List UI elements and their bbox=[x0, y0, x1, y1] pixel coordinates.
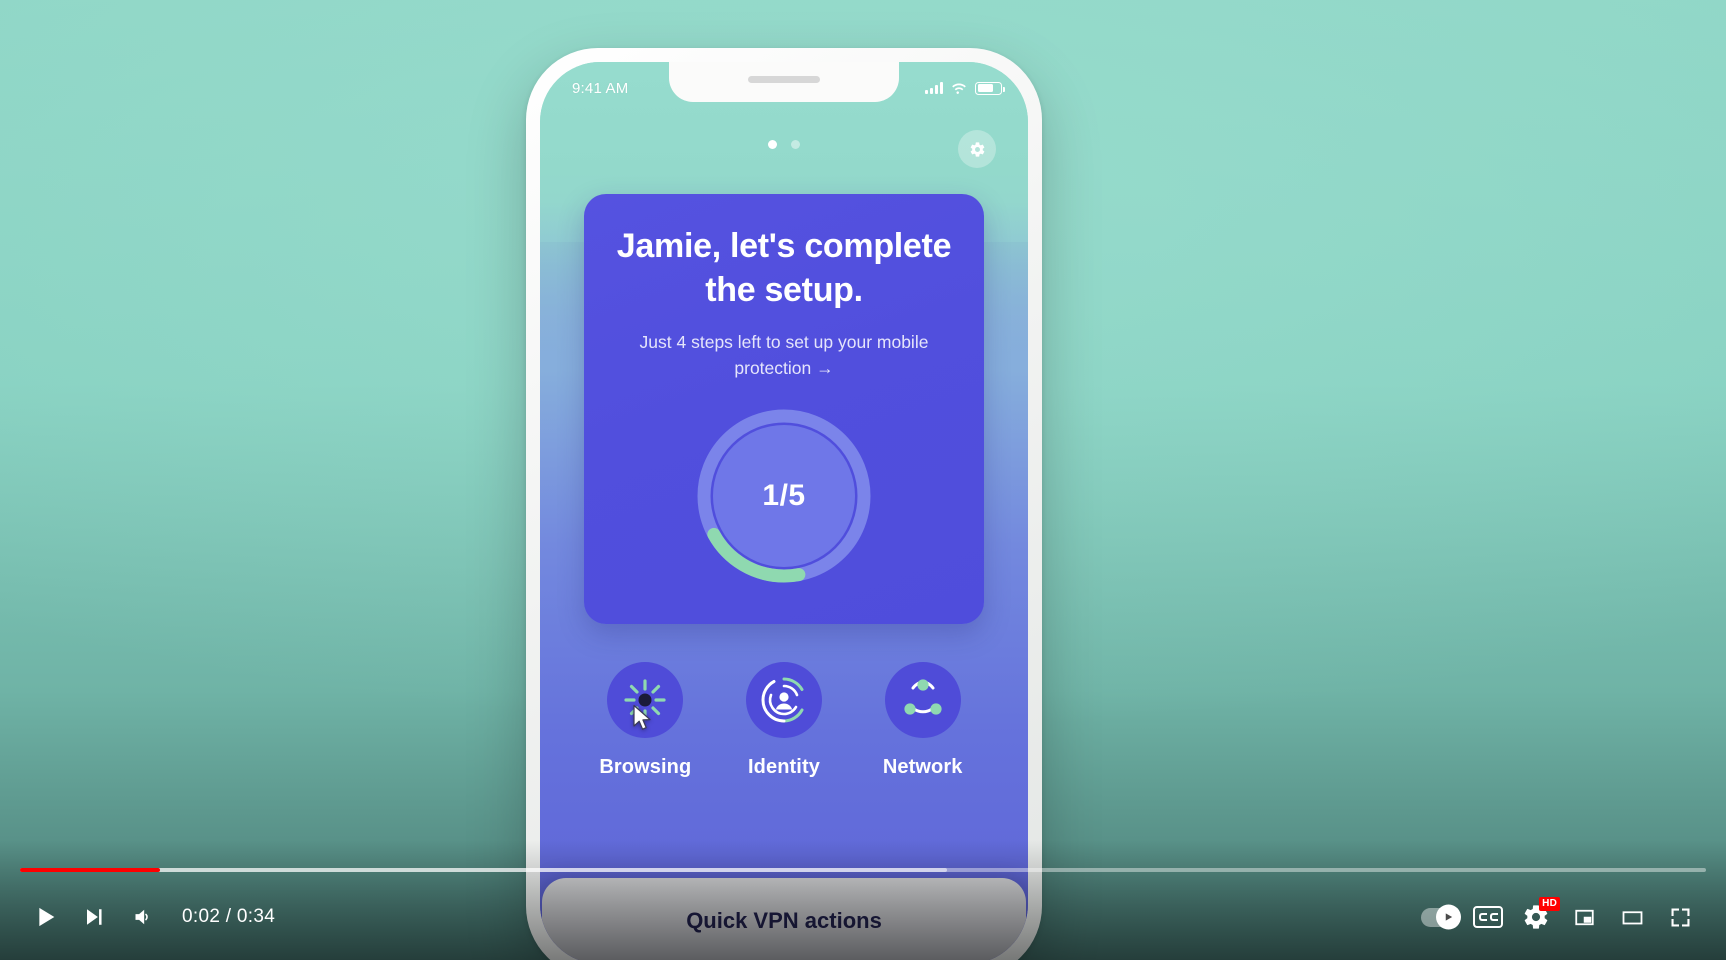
next-icon bbox=[87, 909, 102, 925]
next-video-button[interactable] bbox=[70, 893, 118, 941]
status-bar-time: 9:41 AM bbox=[572, 79, 629, 97]
phone-screen: 9:41 AM Jamie, let's complete the setup.… bbox=[540, 62, 1028, 960]
volume-icon bbox=[135, 909, 148, 925]
setup-card[interactable]: Jamie, let's complete the setup. Just 4 … bbox=[584, 194, 984, 624]
identity-person-icon bbox=[761, 677, 804, 723]
pager-dot-1[interactable] bbox=[768, 140, 777, 149]
feature-shortcuts: Browsing Identity Network bbox=[540, 662, 1028, 779]
autoplay-play-icon bbox=[1445, 913, 1452, 921]
autoplay-knob bbox=[1435, 904, 1461, 930]
app-header bbox=[540, 128, 1028, 178]
identity-icon-circle[interactable] bbox=[745, 662, 822, 738]
feature-label-browsing: Browsing bbox=[599, 756, 692, 778]
phone-status-bar: 9:41 AM bbox=[540, 62, 1028, 106]
feature-identity[interactable]: Identity bbox=[724, 662, 844, 779]
network-icon-circle[interactable] bbox=[884, 662, 961, 738]
progress-ring-center: 1/5 bbox=[713, 425, 855, 568]
card-title: Jamie, let's complete the setup. bbox=[616, 227, 952, 310]
feature-browsing[interactable]: Browsing bbox=[585, 662, 705, 779]
miniplayer-button[interactable] bbox=[1560, 893, 1608, 941]
controls-row: 0:02 / 0:34 HD bbox=[0, 888, 1726, 946]
autoplay-toggle[interactable] bbox=[1414, 893, 1464, 941]
time-display: 0:02 / 0:34 bbox=[182, 906, 276, 927]
miniplayer-icon bbox=[1574, 909, 1594, 925]
gear-icon bbox=[970, 141, 984, 157]
fullscreen-icon bbox=[1671, 908, 1689, 926]
feature-network[interactable]: Network bbox=[863, 662, 983, 779]
youtube-video-player[interactable]: 9:41 AM Jamie, let's complete the setup.… bbox=[0, 0, 1726, 960]
mouse-cursor-icon bbox=[633, 704, 651, 730]
settings-button[interactable] bbox=[958, 130, 996, 168]
mute-button[interactable] bbox=[118, 893, 166, 941]
pager-dot-2[interactable] bbox=[791, 140, 800, 149]
setup-progress-ring: 1/5 bbox=[691, 403, 877, 589]
settings-button-player[interactable]: HD bbox=[1512, 893, 1560, 941]
feature-label-identity: Identity bbox=[748, 756, 820, 778]
theater-icon bbox=[1622, 910, 1642, 924]
fullscreen-button[interactable] bbox=[1656, 893, 1704, 941]
theater-mode-button[interactable] bbox=[1608, 893, 1656, 941]
feature-label-network: Network bbox=[882, 756, 963, 778]
card-subtitle: Just 4 steps left to set up your mobile … bbox=[639, 332, 929, 378]
closed-captions-icon bbox=[1473, 906, 1503, 928]
controls-left-group: 0:02 / 0:34 bbox=[22, 893, 275, 941]
wifi-icon bbox=[952, 83, 966, 94]
network-nodes-icon bbox=[904, 679, 942, 715]
controls-right-group: HD bbox=[1414, 893, 1704, 941]
subtitles-button[interactable] bbox=[1464, 893, 1512, 941]
cellular-signal-icon bbox=[925, 82, 943, 94]
progress-ring-label: 1/5 bbox=[762, 479, 806, 513]
play-button[interactable] bbox=[22, 893, 70, 941]
phone-mockup: 9:41 AM Jamie, let's complete the setup.… bbox=[526, 48, 1042, 960]
status-bar-icons bbox=[925, 81, 1005, 95]
pager-dots[interactable] bbox=[768, 140, 800, 149]
play-icon bbox=[39, 907, 55, 927]
quality-hd-badge: HD bbox=[1539, 897, 1560, 911]
battery-icon bbox=[975, 81, 1005, 95]
autoplay-track bbox=[1420, 904, 1461, 930]
